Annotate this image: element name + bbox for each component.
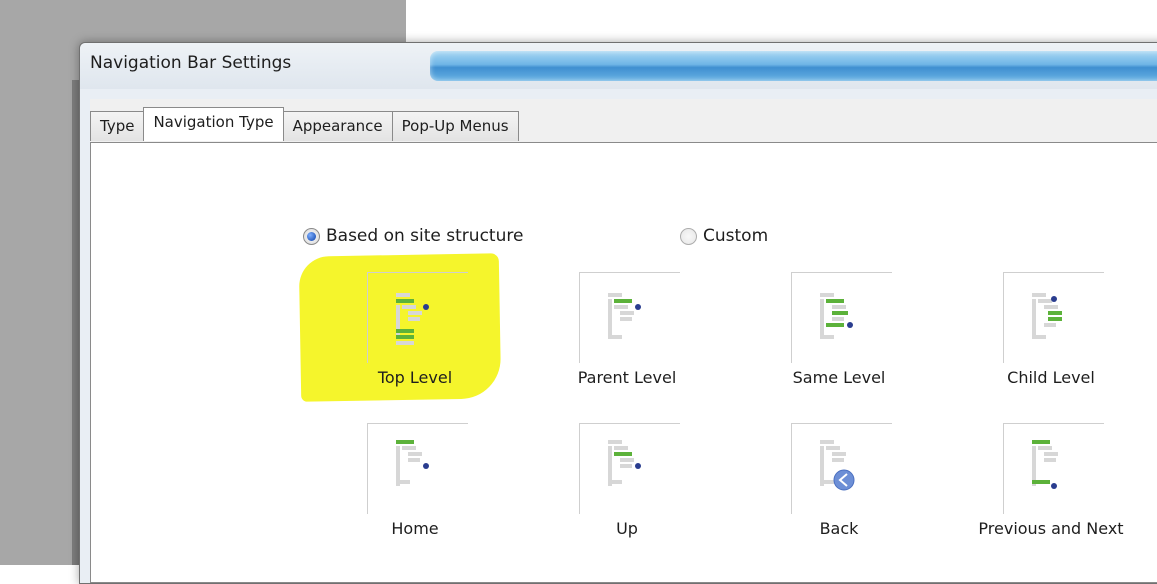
tab-type[interactable]: Type (90, 111, 145, 141)
radio-custom[interactable]: Custom (680, 226, 768, 246)
option-top-level[interactable]: Top Level (315, 272, 468, 402)
tab-pop-up-menus[interactable]: Pop-Up Menus (391, 111, 519, 141)
tab-navigation-type[interactable]: Navigation Type (143, 107, 284, 141)
option-parent-level[interactable]: Parent Level (527, 272, 680, 402)
radio-button-unselected[interactable] (680, 227, 697, 245)
title-bar-glass (430, 51, 1157, 81)
tab-strip: Type Navigation Type Appearance Pop-Up M… (90, 107, 519, 141)
same-level-icon (791, 272, 892, 363)
radio-label: Custom (703, 226, 769, 246)
up-icon (579, 423, 680, 514)
parent-level-icon (579, 272, 680, 363)
option-child-level[interactable]: Child Level (951, 272, 1104, 402)
option-label: Top Level (377, 368, 453, 387)
previous-next-icon (1003, 423, 1104, 514)
tab-appearance[interactable]: Appearance (282, 111, 393, 141)
option-label: Parent Level (577, 368, 677, 387)
dialog-title: Navigation Bar Settings (90, 53, 292, 73)
title-bar[interactable]: Navigation Bar Settings (80, 43, 1157, 89)
option-label: Same Level (792, 368, 886, 387)
option-home[interactable]: Home (315, 423, 468, 553)
back-icon (791, 423, 892, 514)
option-label: Back (819, 519, 859, 538)
option-label: Previous and Next (978, 519, 1124, 538)
radio-label: Based on site structure (326, 226, 524, 246)
option-label: Home (391, 519, 439, 538)
option-label: Child Level (1007, 368, 1095, 387)
option-up[interactable]: Up (527, 423, 680, 553)
top-level-icon (367, 272, 468, 363)
radio-based-on-site-structure[interactable]: Based on site structure (303, 226, 523, 246)
option-previous-and-next[interactable]: Previous and Next (951, 423, 1124, 553)
option-label: Up (616, 519, 638, 538)
home-icon (367, 423, 468, 514)
radio-button-selected[interactable] (303, 227, 320, 245)
option-back[interactable]: Back (739, 423, 892, 553)
background-window-edge (72, 80, 79, 565)
option-same-level[interactable]: Same Level (739, 272, 892, 402)
child-level-icon (1003, 272, 1104, 363)
